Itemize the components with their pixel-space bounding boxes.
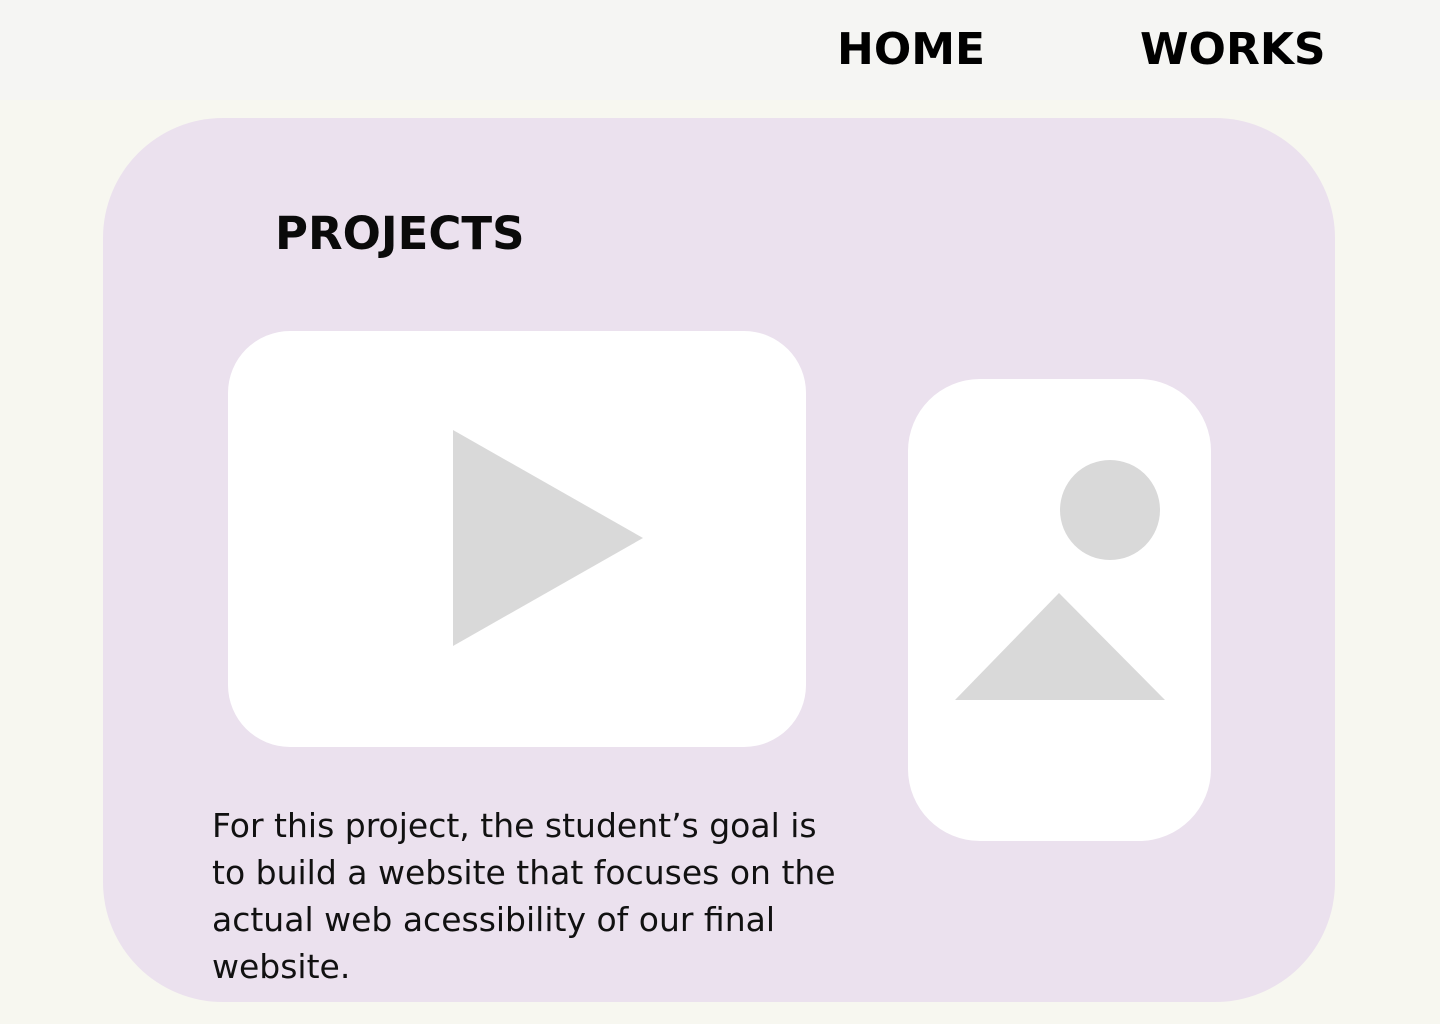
projects-card: PROJECTS For this project, the student’s… — [103, 118, 1335, 1002]
play-icon[interactable] — [228, 331, 806, 747]
project-description: For this project, the student’s goal is … — [212, 806, 836, 986]
top-navigation-bar: HOME WORKS — [0, 0, 1440, 100]
project-image-placeholder — [908, 379, 1211, 841]
project-video-player[interactable] — [228, 331, 806, 747]
image-placeholder-icon — [955, 460, 1165, 700]
image-sun-circle — [1060, 460, 1160, 560]
projects-title: PROJECTS — [275, 207, 525, 260]
image-mountain-triangle — [955, 593, 1165, 700]
nav-link-home[interactable]: HOME — [837, 22, 985, 78]
nav-link-works[interactable]: WORKS — [1140, 22, 1326, 78]
